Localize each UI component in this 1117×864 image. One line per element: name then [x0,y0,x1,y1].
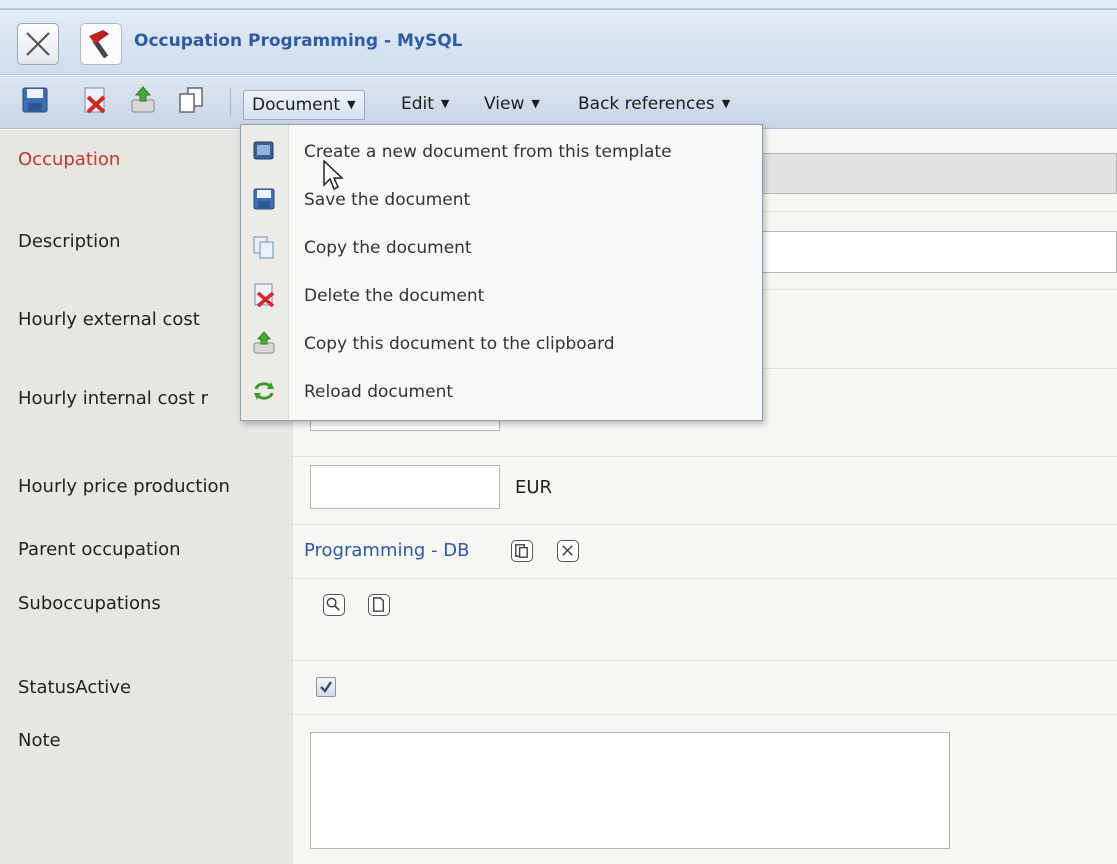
search-icon [326,597,340,611]
menu-item-copy-to-clipboard[interactable]: Copy this document to the clipboard [241,322,762,370]
save-icon[interactable] [20,85,50,115]
hammer-icon [80,23,122,65]
clipboard-copy-icon [515,544,528,558]
document-menu-dropdown: Create a new document from this template… [240,124,763,421]
menu-view[interactable]: View ▼ [476,90,548,120]
delete-icon [254,283,275,308]
clear-parent-button[interactable] [557,540,579,562]
menu-back-references-label: Back references [578,94,715,114]
titlebar-divider [0,8,1117,10]
hourly-price-production-label: Hourly price production [0,457,293,524]
toolbar: Document ▼ Edit ▼ View ▼ Back references ▼ [0,76,1117,129]
parent-occupation-link[interactable]: Programming - DB [304,540,469,561]
menu-item-label: Copy the document [304,238,472,258]
currency-unit: EUR [515,477,553,498]
menu-item-save[interactable]: Save the document [241,178,762,226]
mouse-cursor-icon [323,160,344,191]
new-document-icon [373,597,384,612]
copy-icon [253,236,274,259]
note-value-cell [293,715,1117,864]
menu-item-create-from-template[interactable]: Create a new document from this template [241,130,762,178]
suboccupations-value-cell [293,579,1117,660]
menu-item-label: Create a new document from this template [304,142,672,162]
menu-item-reload[interactable]: Reload document [241,370,762,418]
new-from-template-icon [253,141,274,160]
note-label: Note [0,715,293,864]
window-title: Occupation Programming - MySQL [134,31,463,51]
suboccupations-label: Suboccupations [0,579,293,660]
menu-item-delete[interactable]: Delete the document [241,274,762,322]
copy-icon[interactable] [176,85,206,115]
status-active-value-cell [293,661,1117,714]
reload-icon [254,382,274,400]
menu-document[interactable]: Document ▼ [243,90,365,120]
menu-view-label: View [484,94,525,114]
close-button[interactable] [17,23,59,65]
chevron-down-icon: ▼ [440,97,450,110]
menu-document-label: Document [252,95,341,115]
row-hourly-price-production: Hourly price production EUR [0,457,1117,525]
row-parent-occupation: Parent occupation Programming - DB [0,525,1117,579]
menu-item-label: Copy this document to the clipboard [304,334,615,354]
row-note: Note [0,715,1117,864]
chevron-down-icon: ▼ [347,98,356,111]
close-icon [562,545,573,556]
note-textarea[interactable] [310,732,950,849]
search-suboccupations-button[interactable] [323,594,345,616]
toolbar-separator [230,88,231,116]
delete-icon[interactable] [80,85,110,115]
clipboard-icon[interactable] [128,85,158,115]
menu-item-copy[interactable]: Copy the document [241,226,762,274]
chevron-down-icon: ▼ [721,97,731,110]
window-titlebar: Occupation Programming - MySQL [0,0,1117,75]
menu-item-label: Reload document [304,382,454,402]
checkmark-icon [320,681,332,693]
save-icon [253,188,275,210]
chevron-down-icon: ▼ [531,97,540,110]
menu-edit[interactable]: Edit ▼ [393,90,457,120]
row-suboccupations: Suboccupations [0,579,1117,661]
close-icon [26,32,50,56]
parent-occupation-label: Parent occupation [0,525,293,578]
new-suboccupation-button[interactable] [368,594,390,616]
open-parent-button[interactable] [511,540,533,562]
menu-item-label: Save the document [304,190,471,210]
menu-item-label: Delete the document [304,286,485,306]
hourly-price-production-value-cell: EUR [293,457,1117,524]
row-status-active: StatusActive [0,661,1117,715]
status-active-label: StatusActive [0,661,293,714]
hourly-price-production-field[interactable] [310,465,500,509]
clipboard-icon [253,331,275,354]
parent-occupation-value-cell: Programming - DB [293,525,1117,578]
menu-back-references[interactable]: Back references ▼ [570,90,738,120]
status-active-checkbox[interactable] [316,677,336,697]
menu-edit-label: Edit [401,94,434,114]
